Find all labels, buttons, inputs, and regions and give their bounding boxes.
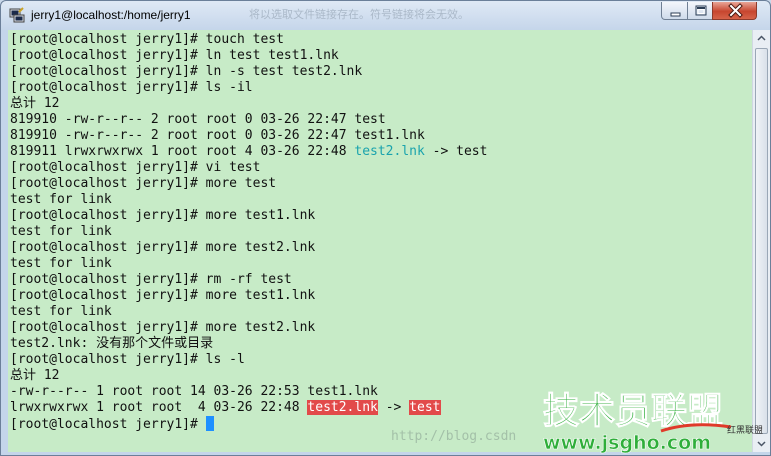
chevron-up-icon — [757, 35, 766, 41]
terminal-text: [root@localhost jerry1]# more test — [10, 176, 277, 191]
terminal-text: [root@localhost jerry1]# ln -s test test… — [10, 64, 363, 79]
terminal-cursor — [205, 416, 214, 431]
minimize-button[interactable] — [661, 2, 688, 20]
terminal-line: [root@localhost jerry1]# ln test test1.l… — [10, 48, 487, 64]
terminal-text: 819910 -rw-r--r-- 2 root root 0 03-26 22… — [10, 128, 425, 143]
scrollbar-thumb[interactable] — [755, 48, 768, 434]
terminal-line: [root@localhost jerry1]# ls -il — [10, 80, 487, 96]
terminal-line: [root@localhost jerry1]# more test1.lnk — [10, 208, 487, 224]
terminal-highlight-text: test2.lnk — [354, 144, 425, 159]
terminal-line: 819910 -rw-r--r-- 2 root root 0 03-26 22… — [10, 112, 487, 128]
minimize-icon — [670, 12, 681, 17]
terminal-text: 819911 lrwxrwxrwx 1 root root 4 03-26 22… — [10, 144, 355, 159]
terminal-line: [root@localhost jerry1]# rm -rf test — [10, 272, 487, 288]
window-title: jerry1@localhost:/home/jerry1 — [31, 8, 191, 22]
terminal-line: 总计 12 — [10, 96, 487, 112]
watermark-logo-side: 红黑联盟 — [727, 424, 763, 436]
terminal-text: lrwxrwxrwx 1 root root 4 03-26 22:48 — [10, 400, 308, 415]
terminal-text: [root@localhost jerry1]# touch test — [10, 32, 284, 47]
terminal-text: [root@localhost jerry1]# more test2.lnk — [10, 320, 316, 335]
terminal-text: [root@localhost jerry1]# ls -l — [10, 352, 245, 367]
terminal-text: 总计 12 — [10, 96, 60, 111]
terminal-line: [root@localhost jerry1]# touch test — [10, 32, 487, 48]
terminal-text: [root@localhost jerry1]# — [10, 417, 206, 432]
terminal-text: [root@localhost jerry1]# ls -il — [10, 80, 253, 95]
maximize-icon — [695, 5, 707, 16]
maximize-button[interactable] — [687, 2, 713, 20]
terminal-line: [root@localhost jerry1]# more test — [10, 176, 487, 192]
terminal-text: [root@localhost jerry1]# more test2.lnk — [10, 240, 316, 255]
putty-icon[interactable] — [9, 7, 25, 23]
terminal-line: [root@localhost jerry1]# ln -s test test… — [10, 64, 487, 80]
watermark-logo-url: www.jsgho.com — [543, 432, 711, 454]
terminal-lines: [root@localhost jerry1]# touch test [root… — [10, 32, 487, 432]
terminal-line: 819911 lrwxrwxrwx 1 root root 4 03-26 22… — [10, 144, 487, 160]
terminal-text: [root@localhost jerry1]# vi test — [10, 160, 261, 175]
terminal-text: 819910 -rw-r--r-- 2 root root 0 03-26 22… — [10, 112, 386, 127]
terminal-text: -rw-r--r-- 1 root root 14 03-26 22:53 te… — [10, 384, 378, 399]
terminal-line: test for link — [10, 304, 487, 320]
terminal-highlight-text: test — [409, 400, 441, 415]
terminal-text: [root@localhost jerry1]# more test1.lnk — [10, 288, 316, 303]
terminal-text: test for link — [10, 192, 112, 207]
terminal-text: test2.lnk: 没有那个文件或目录 — [10, 336, 214, 351]
terminal-text: test for link — [10, 224, 112, 239]
terminal-line: lrwxrwxrwx 1 root root 4 03-26 22:48 tes… — [10, 400, 487, 416]
terminal-line: [root@localhost jerry1]# vi test — [10, 160, 487, 176]
terminal-text: test for link — [10, 256, 112, 271]
terminal-line: -rw-r--r-- 1 root root 14 03-26 22:53 te… — [10, 384, 487, 400]
terminal-highlight-text: test2.lnk — [307, 400, 378, 415]
watermark-logo: 技术员联盟 www.jsgho.com 红黑联盟 — [543, 391, 764, 455]
terminal-line: [root@localhost jerry1]# more test1.lnk — [10, 288, 487, 304]
title-bar[interactable]: jerry1@localhost:/home/jerry1 将以选取文件链接存在… — [1, 1, 770, 29]
terminal-line: test for link — [10, 256, 487, 272]
terminal-text: [root@localhost jerry1]# ln test test1.l… — [10, 48, 339, 63]
terminal-text: [root@localhost jerry1]# rm -rf test — [10, 272, 292, 287]
terminal-line: 总计 12 — [10, 368, 487, 384]
terminal-text: 总计 12 — [10, 368, 60, 383]
watermark-url: http://blog.csdn — [391, 429, 517, 444]
terminal-text: [root@localhost jerry1]# more test1.lnk — [10, 208, 316, 223]
terminal-line: [root@localhost jerry1]# more test2.lnk — [10, 320, 487, 336]
faded-title-text: 将以选取文件链接存在。符号链接将会无效。 — [249, 8, 469, 21]
terminal-line: test for link — [10, 224, 487, 240]
terminal-text: -> test — [424, 144, 488, 159]
terminal-line: 819910 -rw-r--r-- 2 root root 0 03-26 22… — [10, 128, 487, 144]
scroll-up-button[interactable] — [753, 30, 770, 47]
terminal-line: [root@localhost jerry1]# more test2.lnk — [10, 240, 487, 256]
close-button[interactable] — [712, 2, 757, 20]
terminal-window: jerry1@localhost:/home/jerry1 将以选取文件链接存在… — [0, 0, 771, 456]
terminal-text: -> — [377, 400, 410, 415]
terminal-text: test for link — [10, 304, 112, 319]
terminal-line: test for link — [10, 192, 487, 208]
terminal-line: test2.lnk: 没有那个文件或目录 — [10, 336, 487, 352]
terminal-line: [root@localhost jerry1]# ls -l — [10, 352, 487, 368]
close-icon — [728, 3, 743, 18]
